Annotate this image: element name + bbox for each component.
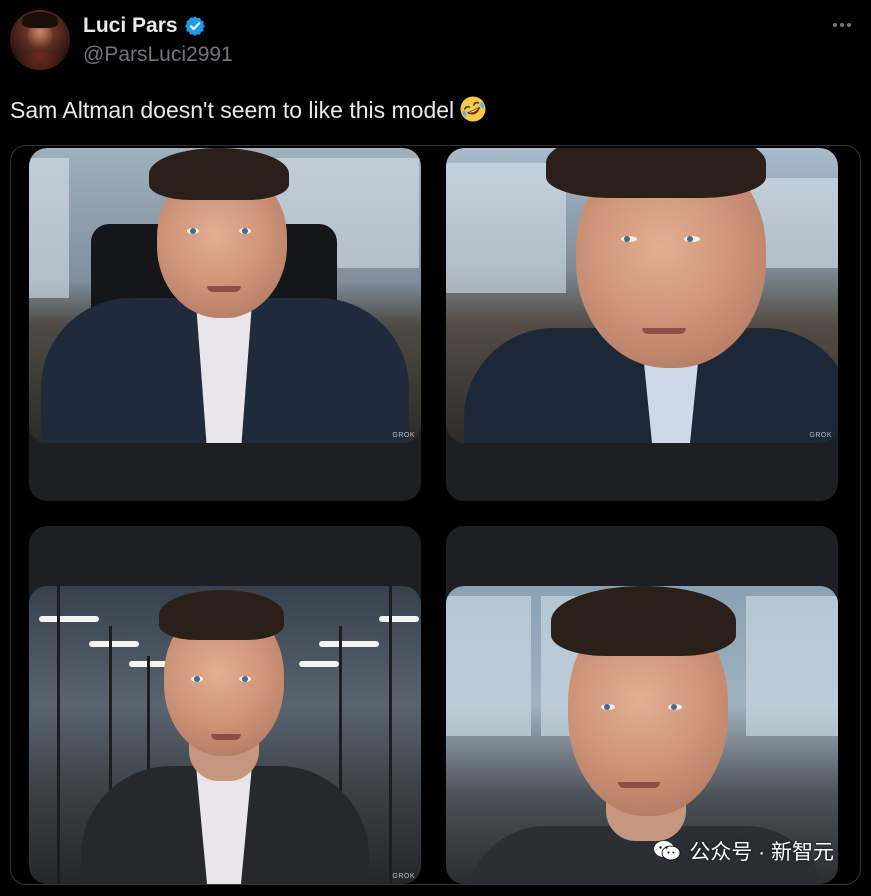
tweet-text-content: Sam Altman doesn't seem to like this mod…: [10, 97, 455, 123]
media-photo-3[interactable]: GROK: [29, 526, 421, 884]
media-photo-2[interactable]: GROK: [446, 148, 838, 501]
tweet-header: Luci Pars @ParsLuci2991: [10, 10, 861, 72]
author-name-row[interactable]: Luci Pars: [83, 13, 206, 39]
tweet-text: Sam Altman doesn't seem to like this mod…: [10, 94, 488, 124]
verified-badge-icon: [184, 16, 205, 36]
wechat-watermark: 公众号 · 新智元: [653, 836, 834, 866]
media-grid: GROK GROK GROK 公众号 · 新智元: [10, 145, 861, 885]
watermark-text: 公众号 · 新智元: [689, 841, 834, 864]
photo-3-image: GROK: [29, 586, 421, 884]
grok-watermark: GROK: [392, 873, 415, 880]
media-photo-1[interactable]: GROK: [29, 148, 421, 501]
media-photo-4[interactable]: [446, 526, 838, 884]
wechat-icon: [654, 841, 681, 861]
author-avatar[interactable]: [10, 10, 70, 70]
grok-watermark: GROK: [809, 432, 832, 439]
author-handle[interactable]: @ParsLuci2991: [83, 43, 233, 67]
photo-1-image: GROK: [29, 148, 421, 443]
more-options-icon[interactable]: [827, 14, 857, 36]
photo-2-image: GROK: [446, 148, 838, 443]
author-display-name[interactable]: Luci Pars: [83, 14, 178, 38]
grok-watermark: GROK: [392, 432, 415, 439]
rolling-laughing-emoji-icon: [460, 96, 486, 122]
